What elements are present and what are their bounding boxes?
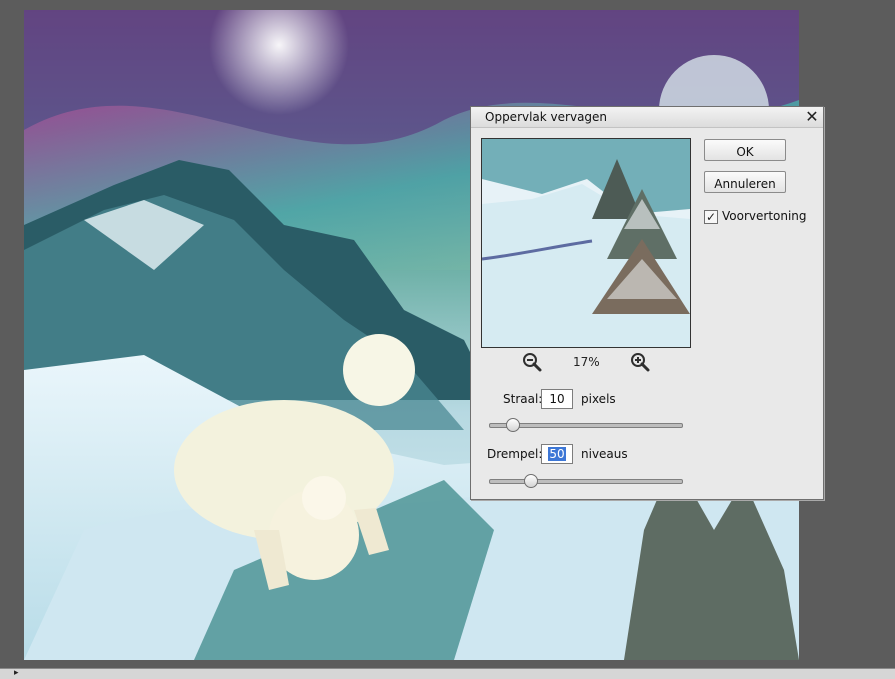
preview-pane[interactable] — [481, 138, 691, 348]
dialog-title: Oppervlak vervagen — [485, 110, 608, 124]
threshold-input[interactable]: 50 — [541, 444, 573, 464]
check-icon[interactable]: ✓ — [704, 210, 718, 224]
dialog-titlebar[interactable]: Oppervlak vervagen ✕ — [471, 107, 823, 128]
radius-unit: pixels — [581, 392, 616, 406]
ok-button[interactable]: OK — [704, 139, 786, 161]
radius-slider[interactable] — [489, 418, 683, 432]
radius-label: Straal: — [503, 392, 543, 406]
zoom-out-icon[interactable] — [521, 351, 543, 373]
status-arrow-icon[interactable]: ▸ — [14, 668, 24, 678]
threshold-value: 50 — [548, 447, 566, 461]
radius-value: 10 — [549, 392, 565, 406]
zoom-level: 17% — [573, 355, 600, 369]
threshold-slider-thumb[interactable] — [524, 474, 538, 488]
zoom-in-svg — [631, 353, 650, 372]
zoom-out-svg — [523, 353, 542, 372]
threshold-unit: niveaus — [581, 447, 628, 461]
surface-blur-dialog: Oppervlak vervagen ✕ 17% OK Annuleren ✓ … — [470, 106, 824, 500]
threshold-slider[interactable] — [489, 474, 683, 488]
radius-input[interactable]: 10 — [541, 389, 573, 409]
close-icon[interactable]: ✕ — [803, 108, 821, 126]
preview-label: Voorvertoning — [722, 209, 807, 223]
cancel-button[interactable]: Annuleren — [704, 171, 786, 193]
threshold-label: Drempel: — [487, 447, 543, 461]
zoom-in-icon[interactable] — [629, 351, 651, 373]
radius-slider-thumb[interactable] — [506, 418, 520, 432]
preview-image — [482, 139, 690, 347]
status-bar: ▸ — [0, 668, 895, 679]
